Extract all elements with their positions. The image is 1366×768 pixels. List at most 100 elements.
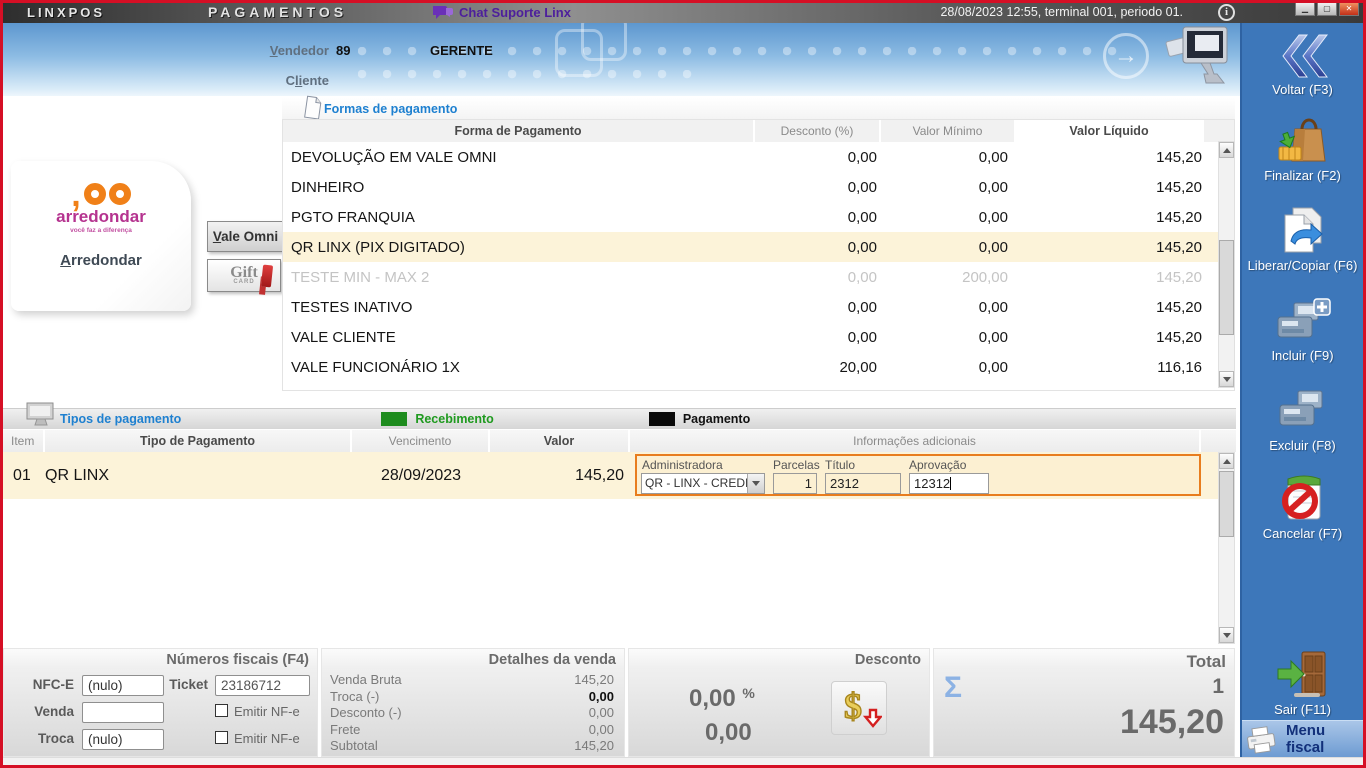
discount-value[interactable]: 0,00	[705, 719, 752, 747]
discount-dollar-icon[interactable]: $	[831, 681, 887, 735]
receive-legend-label: Recebimento	[415, 412, 494, 426]
scrollbar-thumb[interactable]	[1219, 240, 1234, 335]
scroll-up-button[interactable]	[1219, 453, 1234, 469]
nfce-label: NFC-E	[32, 677, 74, 692]
row-value: 145,20	[575, 466, 624, 484]
column-header-item: Item	[3, 430, 45, 452]
incluir-button[interactable]: Incluir (F9)	[1242, 295, 1363, 363]
total-panel: Total Σ 1 145,20	[933, 648, 1235, 757]
row-due-date: 28/09/2023	[380, 466, 462, 484]
pay-legend-label: Pagamento	[682, 412, 751, 426]
payment-methods-table: Forma de Pagamento Desconto (%) Valor Mí…	[282, 119, 1235, 391]
payment-method-row-selected[interactable]: QR LINX (PIX DIGITADO) 0,00 0,00 145,20	[283, 232, 1234, 262]
info-icon[interactable]: i	[1218, 4, 1235, 21]
aprovacao-field[interactable]: 12312	[909, 473, 989, 494]
scroll-down-button[interactable]	[1219, 627, 1234, 643]
close-button[interactable]: ✕	[1339, 3, 1359, 16]
payment-methods-scrollbar[interactable]	[1218, 141, 1235, 388]
chat-bubble-icon	[433, 6, 453, 19]
header-banner: → Vendedor 89 GERENTE Cliente	[3, 23, 1240, 96]
chevron-down-icon[interactable]	[747, 474, 764, 493]
exit-door-icon	[1242, 649, 1363, 699]
chat-support-link[interactable]: Chat Suporte Linx	[433, 4, 571, 20]
venda-field[interactable]	[82, 702, 164, 723]
pos-window: LINXPOS PAGAMENTOS Chat Suporte Linx 28/…	[0, 0, 1366, 768]
payment-methods-title: Formas de pagamento	[324, 101, 458, 116]
scrollbar-thumb[interactable]	[1219, 471, 1234, 537]
sair-button[interactable]: Sair (F11)	[1242, 649, 1363, 717]
pos-monitor-icon	[1165, 26, 1228, 84]
payment-method-row[interactable]: DINHEIRO 0,00 0,00 145,20	[283, 172, 1234, 202]
sale-details-panel: Detalhes da venda Venda Bruta 145,20 Troc…	[321, 648, 625, 757]
gift-ribbon-icon	[260, 264, 274, 288]
arredondar-button[interactable]: , arredondar você faz a diferença Arredo…	[11, 161, 191, 311]
note-page-icon	[304, 95, 322, 120]
minimize-button[interactable]: ▁	[1295, 3, 1315, 16]
column-header-informacoes: Informações adicionais	[630, 430, 1201, 452]
payment-types-title: Tipos de pagamento	[60, 412, 182, 426]
administradora-select[interactable]: QR - LINX - CREDITO	[641, 473, 765, 494]
venda-label: Venda	[34, 704, 74, 719]
dots-decoration	[358, 70, 703, 79]
window-controls: ▁ ▢ ✕	[1295, 3, 1359, 16]
payment-type-row-selected[interactable]: 01 QR LINX 28/09/2023 145,20 Administrad…	[3, 452, 1218, 499]
cancel-notepad-icon	[1242, 473, 1363, 523]
action-sidebar: Voltar (F3) Finalizar (F2) Liberar/Copia…	[1240, 23, 1363, 757]
ticket-label: Ticket	[169, 677, 208, 692]
column-header-forma: Forma de Pagamento	[283, 120, 755, 142]
titulo-field[interactable]: 2312	[825, 473, 901, 494]
emitir-nfe-checkbox-troca[interactable]	[215, 731, 228, 744]
vendedor-code[interactable]: 89	[336, 43, 350, 58]
discount-percent[interactable]: 0,00 %	[689, 685, 755, 713]
liberar-copiar-button[interactable]: Liberar/Copiar (F6)	[1242, 205, 1363, 273]
sale-detail-row: Venda Bruta 145,20	[330, 672, 614, 687]
column-header-valor: Valor	[490, 430, 630, 452]
payment-types-scrollbar[interactable]	[1218, 452, 1235, 644]
menu-fiscal-button[interactable]: Menu fiscal	[1242, 720, 1363, 757]
card-machine-icon	[1242, 385, 1363, 435]
payment-method-row[interactable]: VALE CLIENTE 0,00 0,00 145,20	[283, 322, 1234, 352]
text-caret	[950, 477, 952, 490]
emitir-nfe-checkbox-venda[interactable]	[215, 704, 228, 717]
column-header-valor-liquido: Valor Líquido	[1016, 120, 1204, 142]
finalizar-button[interactable]: Finalizar (F2)	[1242, 115, 1363, 183]
payment-methods-table-header: Forma de Pagamento Desconto (%) Valor Mí…	[283, 120, 1234, 142]
excluir-button[interactable]: Excluir (F8)	[1242, 385, 1363, 453]
payment-method-row[interactable]: DEVOLUÇÃO EM VALE OMNI 0,00 0,00 145,20	[283, 142, 1234, 172]
column-header-tipo: Tipo de Pagamento	[45, 430, 352, 452]
voltar-button[interactable]: Voltar (F3)	[1242, 29, 1363, 97]
scroll-down-button[interactable]	[1219, 371, 1234, 387]
column-header-desconto: Desconto (%)	[755, 120, 881, 142]
sigma-icon: Σ	[944, 671, 963, 704]
payment-method-row[interactable]: VALE FUNCIONÁRIO 1X 20,00 0,00 116,16	[283, 352, 1234, 382]
vendedor-name: GERENTE	[430, 43, 493, 58]
sale-detail-row: Desconto (-) 0,00	[330, 705, 614, 720]
total-value: 145,20	[1120, 703, 1224, 741]
scroll-up-button[interactable]	[1219, 142, 1234, 158]
app-logo: LINXPOS	[27, 5, 106, 20]
page-title: PAGAMENTOS	[208, 4, 348, 20]
maximize-button[interactable]: ▢	[1317, 3, 1337, 16]
session-info: 28/08/2023 12:55, terminal 001, periodo …	[940, 5, 1183, 19]
chat-support-label: Chat Suporte Linx	[459, 4, 571, 20]
troca-field[interactable]: (nulo)	[82, 729, 164, 750]
payment-methods-header: Formas de pagamento	[282, 95, 1235, 120]
payment-method-row[interactable]: PGTO FRANQUIA 0,00 0,00 145,20	[283, 202, 1234, 232]
ticket-field[interactable]: 23186712	[215, 675, 310, 696]
bottom-strip	[3, 757, 1363, 765]
sale-detail-row: Troca (-) 0,00	[330, 688, 614, 704]
parcelas-field[interactable]: 1	[773, 473, 817, 494]
vale-omni-button[interactable]: Vale Omni	[207, 221, 284, 252]
fiscal-printer-icon	[1247, 726, 1276, 754]
fiscal-numbers-panel: Números fiscais (F4) NFC-E (nulo) Ticket…	[3, 648, 318, 757]
payment-method-row[interactable]: TESTES INATIVO 0,00 0,00 145,20	[283, 292, 1234, 322]
monitor-icon	[26, 402, 54, 426]
sale-details-title: Detalhes da venda	[322, 649, 624, 669]
column-header-valor-minimo: Valor Mínimo	[881, 120, 1016, 142]
cancelar-button[interactable]: Cancelar (F7)	[1242, 473, 1363, 541]
row-item-number: 01	[13, 466, 31, 484]
gift-card-button[interactable]: Gift CARD	[207, 259, 281, 292]
fiscal-panel-title: Números fiscais (F4)	[4, 649, 317, 669]
troca-label: Troca	[37, 731, 74, 746]
arredondar-logo: ,	[11, 175, 191, 212]
